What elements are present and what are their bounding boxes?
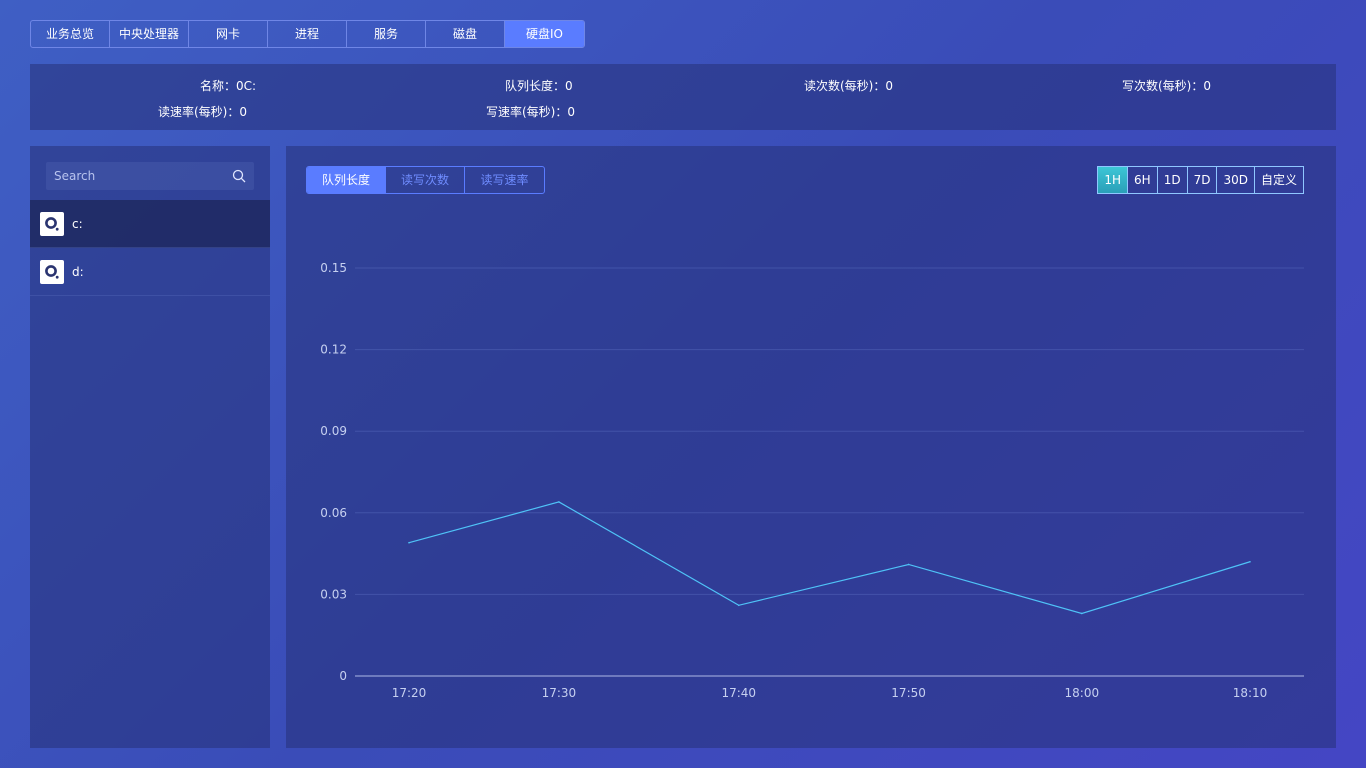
- top-tab-1[interactable]: 中央处理器: [110, 21, 189, 47]
- top-tab-3[interactable]: 进程: [268, 21, 347, 47]
- top-tabs: 业务总览 中央处理器 网卡 进程 服务 磁盘 硬盘IO: [30, 20, 585, 48]
- disk-label: c:: [72, 216, 83, 231]
- disk-item[interactable]: c:: [30, 200, 270, 248]
- info-write-rate: 写速率(每秒)：0: [486, 105, 575, 119]
- disk-info-panel: 名称：0C: 队列长度：0 读次数(每秒)：0 写次数(每秒)：0 读速率(每秒…: [30, 64, 1336, 130]
- data-point: [907, 563, 910, 566]
- disk-item[interactable]: d:: [30, 248, 270, 296]
- disk-sidebar: c: d:: [30, 146, 270, 748]
- info-queue-length: 队列长度：0: [505, 79, 573, 93]
- x-tick-label: 17:50: [891, 686, 926, 700]
- search-input[interactable]: [54, 169, 232, 183]
- info-writes-per-sec: 写次数(每秒)：0: [1122, 79, 1211, 93]
- disk-icon: [40, 259, 64, 284]
- y-tick-label: 0.03: [320, 587, 347, 601]
- queue-length-chart: 0 0.03 0.06 0.09 0.12 0.15 17:20 17:30 17:40 17:5…: [320, 261, 1304, 700]
- disk-label: d:: [72, 264, 84, 279]
- top-tab-0[interactable]: 业务总览: [31, 21, 110, 47]
- y-tick-label: 0.06: [320, 506, 347, 520]
- y-tick-label: 0: [339, 669, 347, 683]
- info-name: 名称：0C:: [200, 79, 257, 93]
- x-tick-label: 17:20: [392, 686, 427, 700]
- disk-list: c: d:: [30, 200, 270, 296]
- x-tick-label: 17:40: [721, 686, 756, 700]
- y-tick-label: 0.12: [320, 343, 347, 357]
- top-tab-6[interactable]: 硬盘IO: [505, 21, 584, 47]
- data-point: [1249, 560, 1251, 563]
- series-line: [408, 501, 1251, 615]
- top-tab-4[interactable]: 服务: [347, 21, 426, 47]
- data-point: [737, 604, 740, 607]
- search-box: [46, 162, 254, 190]
- top-tab-2[interactable]: 网卡: [189, 21, 268, 47]
- x-tick-label: 17:30: [542, 686, 577, 700]
- y-tick-label: 0.15: [320, 261, 347, 275]
- x-tick-label: 18:00: [1065, 686, 1100, 700]
- disk-icon: [40, 211, 64, 236]
- search-icon[interactable]: [232, 169, 246, 183]
- y-tick-label: 0.09: [320, 424, 347, 438]
- info-reads-per-sec: 读次数(每秒)：0: [804, 79, 893, 93]
- chart-panel: 队列长度 读写次数 读写速率 1H 6H 1D 7D 30D 自定义 0 0.03 0.06 0.0…: [286, 146, 1336, 748]
- data-point: [408, 541, 410, 544]
- data-point: [1081, 612, 1083, 615]
- top-tab-5[interactable]: 磁盘: [426, 21, 505, 47]
- x-tick-label: 18:10: [1233, 686, 1268, 700]
- info-read-rate: 读速率(每秒)：0: [158, 105, 247, 119]
- data-point: [558, 501, 560, 503]
